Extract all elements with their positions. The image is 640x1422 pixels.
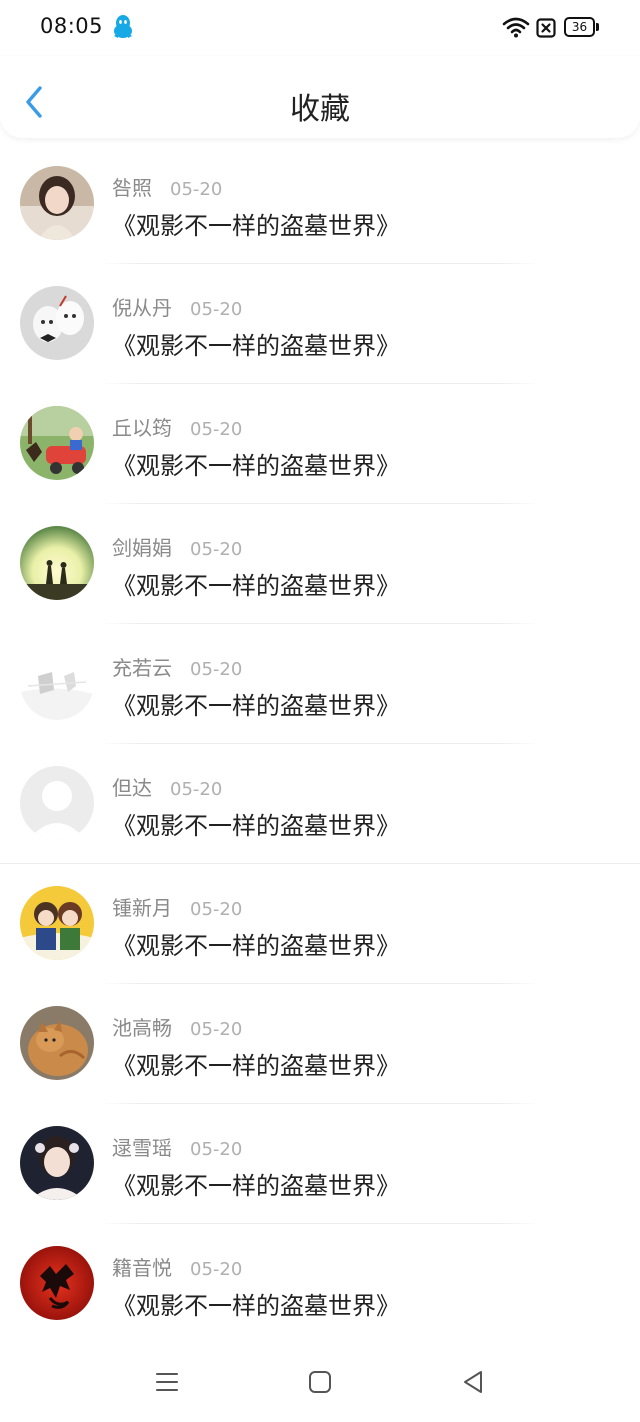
user-name: 逯雪瑶 bbox=[112, 1136, 172, 1160]
page-title: 收藏 bbox=[290, 92, 350, 127]
status-time: 08:05 bbox=[40, 14, 104, 38]
avatar bbox=[20, 766, 94, 840]
wifi-icon bbox=[502, 16, 530, 38]
item-date: 05-20 bbox=[190, 539, 243, 560]
item-date: 05-20 bbox=[190, 659, 243, 680]
avatar bbox=[20, 406, 94, 480]
list-item[interactable]: 锺新月 05-20 《观影不一样的盗墓世界》 bbox=[0, 864, 640, 984]
item-meta: 倪从丹 05-20 bbox=[112, 292, 242, 320]
item-date: 05-20 bbox=[170, 779, 223, 800]
item-meta: 充若云 05-20 bbox=[112, 652, 242, 680]
avatar bbox=[20, 1126, 94, 1200]
list-item[interactable]: 剑娟娟 05-20 《观影不一样的盗墓世界》 bbox=[0, 504, 640, 624]
item-date: 05-20 bbox=[190, 899, 243, 920]
user-name: 池高畅 bbox=[112, 1016, 172, 1040]
item-meta: 咎照 05-20 bbox=[112, 172, 222, 200]
user-name: 剑娟娟 bbox=[112, 536, 172, 560]
book-title: 《观影不一样的盗墓世界》 bbox=[112, 812, 400, 840]
avatar bbox=[20, 526, 94, 600]
list-item[interactable]: 逯雪瑶 05-20 《观影不一样的盗墓世界》 bbox=[0, 1104, 640, 1224]
avatar bbox=[20, 1246, 94, 1320]
header-bar: 收藏 bbox=[0, 56, 640, 138]
system-nav-bar bbox=[0, 1342, 640, 1422]
item-date: 05-20 bbox=[190, 1019, 243, 1040]
book-title: 《观影不一样的盗墓世界》 bbox=[112, 1292, 400, 1320]
book-title: 《观影不一样的盗墓世界》 bbox=[112, 692, 400, 720]
battery-tip bbox=[596, 23, 599, 31]
user-name: 倪从丹 bbox=[112, 296, 172, 320]
item-date: 05-20 bbox=[190, 1259, 243, 1280]
battery-level: 36 bbox=[564, 17, 595, 37]
item-date: 05-20 bbox=[190, 299, 243, 320]
book-title: 《观影不一样的盗墓世界》 bbox=[112, 932, 400, 960]
user-name: 充若云 bbox=[112, 656, 172, 680]
book-title: 《观影不一样的盗墓世界》 bbox=[112, 1172, 400, 1200]
item-meta: 籍音悦 05-20 bbox=[112, 1252, 242, 1280]
favorites-list: 咎照 05-20 《观影不一样的盗墓世界》 倪从丹 05-20 《观影不一样的盗墓世… bbox=[0, 144, 640, 1344]
sim-card-icon bbox=[536, 18, 556, 38]
item-meta: 丘以筠 05-20 bbox=[112, 412, 242, 440]
item-meta: 锺新月 05-20 bbox=[112, 892, 242, 920]
item-meta: 但达 05-20 bbox=[112, 772, 222, 800]
status-bar: 08:05 36 bbox=[0, 0, 640, 56]
book-title: 《观影不一样的盗墓世界》 bbox=[112, 1052, 400, 1080]
home-button[interactable] bbox=[304, 1366, 336, 1398]
avatar bbox=[20, 286, 94, 360]
book-title: 《观影不一样的盗墓世界》 bbox=[112, 572, 400, 600]
list-item[interactable]: 丘以筠 05-20 《观影不一样的盗墓世界》 bbox=[0, 384, 640, 504]
back-nav-button[interactable] bbox=[457, 1366, 489, 1398]
book-title: 《观影不一样的盗墓世界》 bbox=[112, 212, 400, 240]
avatar bbox=[20, 166, 94, 240]
list-item[interactable]: 但达 05-20 《观影不一样的盗墓世界》 bbox=[0, 744, 640, 864]
user-name: 锺新月 bbox=[112, 896, 172, 920]
user-name: 丘以筠 bbox=[112, 416, 172, 440]
book-title: 《观影不一样的盗墓世界》 bbox=[112, 332, 400, 360]
list-item[interactable]: 籍音悦 05-20 《观影不一样的盗墓世界》 bbox=[0, 1224, 640, 1344]
avatar bbox=[20, 886, 94, 960]
home-square-icon bbox=[309, 1371, 331, 1393]
item-date: 05-20 bbox=[190, 419, 243, 440]
avatar bbox=[20, 1006, 94, 1080]
menu-icon bbox=[156, 1373, 178, 1391]
user-name: 咎照 bbox=[112, 176, 152, 200]
list-item[interactable]: 充若云 05-20 《观影不一样的盗墓世界》 bbox=[0, 624, 640, 744]
avatar bbox=[20, 646, 94, 720]
back-triangle-icon bbox=[464, 1371, 482, 1393]
qq-icon bbox=[112, 14, 134, 40]
user-name: 但达 bbox=[112, 776, 152, 800]
item-meta: 逯雪瑶 05-20 bbox=[112, 1132, 242, 1160]
item-meta: 池高畅 05-20 bbox=[112, 1012, 242, 1040]
book-title: 《观影不一样的盗墓世界》 bbox=[112, 452, 400, 480]
menu-button[interactable] bbox=[151, 1366, 183, 1398]
list-item[interactable]: 咎照 05-20 《观影不一样的盗墓世界》 bbox=[0, 144, 640, 264]
user-name: 籍音悦 bbox=[112, 1256, 172, 1280]
list-item[interactable]: 倪从丹 05-20 《观影不一样的盗墓世界》 bbox=[0, 264, 640, 384]
battery-icon: 36 bbox=[564, 17, 600, 39]
item-date: 05-20 bbox=[190, 1139, 243, 1160]
list-item[interactable]: 池高畅 05-20 《观影不一样的盗墓世界》 bbox=[0, 984, 640, 1104]
item-date: 05-20 bbox=[170, 179, 223, 200]
item-meta: 剑娟娟 05-20 bbox=[112, 532, 242, 560]
